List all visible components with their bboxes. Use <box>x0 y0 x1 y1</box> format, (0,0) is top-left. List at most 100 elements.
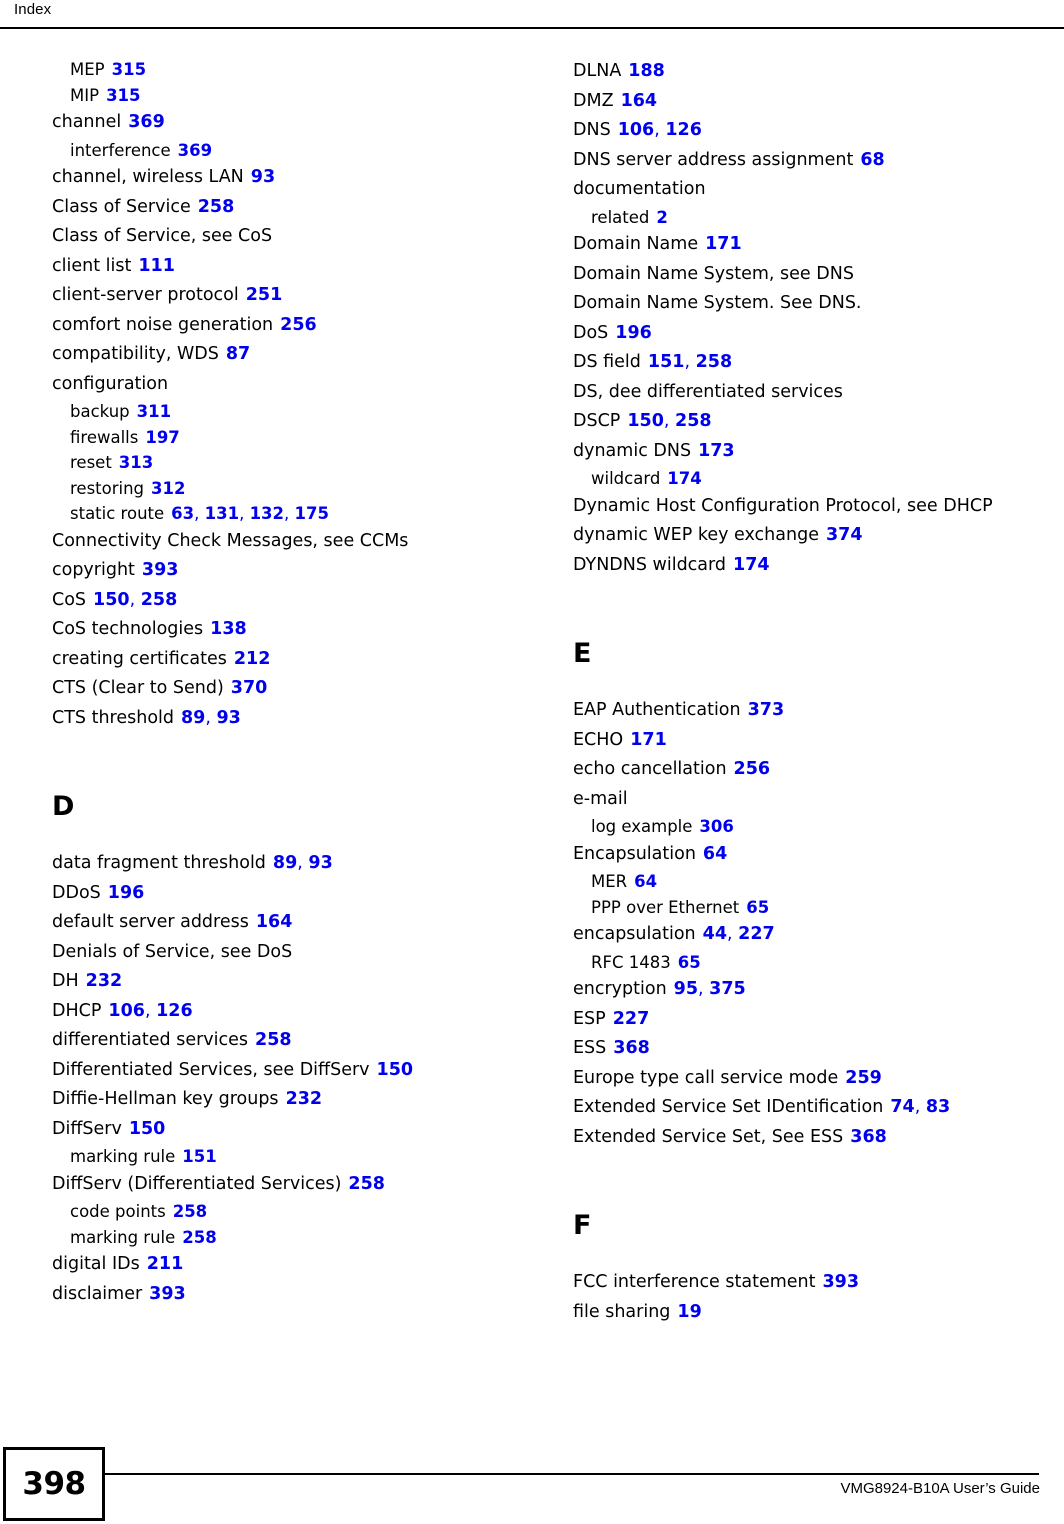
page-reference-link[interactable]: 126 <box>665 120 702 140</box>
page-reference-link[interactable]: 227 <box>613 1009 650 1029</box>
index-entry-term: Connectivity Check Messages, see CCMs <box>52 530 409 551</box>
page-reference-link[interactable]: 311 <box>137 402 171 421</box>
page-reference-link[interactable]: 93 <box>217 708 241 728</box>
page-reference-link[interactable]: 232 <box>86 971 123 991</box>
page-reference-link[interactable]: 174 <box>733 555 770 575</box>
page-reference-link[interactable]: 306 <box>699 817 733 836</box>
page-reference-link[interactable]: 393 <box>823 1272 860 1292</box>
page-reference-link[interactable]: 393 <box>142 560 179 580</box>
index-entry: DMZ 164 <box>573 87 1043 117</box>
index-entry-reference-list: 212 <box>234 649 271 669</box>
page-reference-link[interactable]: 232 <box>286 1089 323 1109</box>
page-reference-link[interactable]: 258 <box>675 411 712 431</box>
page-reference-link[interactable]: 368 <box>850 1127 887 1147</box>
index-entry-reference-list: 171 <box>705 234 742 254</box>
page-reference-link[interactable]: 150 <box>377 1060 414 1080</box>
page-reference-link[interactable]: 258 <box>198 197 235 217</box>
page-reference-link[interactable]: 196 <box>108 883 145 903</box>
page-reference-link[interactable]: 258 <box>348 1174 385 1194</box>
page-reference-link[interactable]: 211 <box>147 1254 184 1274</box>
page-reference-link[interactable]: 138 <box>210 619 247 639</box>
page-reference-link[interactable]: 93 <box>251 167 275 187</box>
page-reference-link[interactable]: 315 <box>112 60 146 79</box>
index-entry-term: MIP <box>70 85 100 105</box>
page-reference-link[interactable]: 375 <box>709 979 746 999</box>
page-reference-link[interactable]: 197 <box>145 428 179 447</box>
page-reference-link[interactable]: 19 <box>677 1302 701 1322</box>
page-reference-link[interactable]: 256 <box>280 315 317 335</box>
page-reference-link[interactable]: 74 <box>890 1097 914 1117</box>
page-reference-link[interactable]: 89 <box>273 853 297 873</box>
page-reference-link[interactable]: 258 <box>696 352 733 372</box>
page-reference-link[interactable]: 126 <box>156 1001 193 1021</box>
page-reference-link[interactable]: 212 <box>234 649 271 669</box>
page-reference-link[interactable]: 313 <box>119 453 153 472</box>
page-reference-link[interactable]: 164 <box>621 91 658 111</box>
page-reference-link[interactable]: 106 <box>618 120 655 140</box>
page-reference-link[interactable]: 258 <box>141 590 178 610</box>
page-reference-link[interactable]: 63 <box>171 504 194 523</box>
index-entry-list: MEP 315 MIP 315 channel 369 interference 369 cha… <box>52 57 522 733</box>
page-reference-link[interactable]: 95 <box>674 979 698 999</box>
index-entry-reference-list: 370 <box>231 678 268 698</box>
page-reference-link[interactable]: 227 <box>738 924 775 944</box>
page-reference-link[interactable]: 373 <box>748 700 785 720</box>
page-reference-link[interactable]: 258 <box>173 1202 207 1221</box>
page-reference-link[interactable]: 251 <box>246 285 283 305</box>
page-reference-link[interactable]: 175 <box>295 504 329 523</box>
page-reference-link[interactable]: 64 <box>634 872 657 891</box>
page-reference-link[interactable]: 151 <box>648 352 685 372</box>
index-entry-reference-list: 150, 258 <box>93 590 177 610</box>
page-reference-link[interactable]: 132 <box>250 504 284 523</box>
page-reference-link[interactable]: 173 <box>698 441 735 461</box>
page-reference-link[interactable]: 2 <box>656 208 667 227</box>
page-reference-link[interactable]: 256 <box>734 759 771 779</box>
index-entry-term: Differentiated Services, see DiffServ <box>52 1059 370 1080</box>
page-reference-link[interactable]: 374 <box>826 525 863 545</box>
page-reference-link[interactable]: 131 <box>205 504 239 523</box>
page-reference-link[interactable]: 150 <box>93 590 130 610</box>
index-entry: Connectivity Check Messages, see CCMs <box>52 527 522 557</box>
page-reference-link[interactable]: 44 <box>703 924 727 944</box>
page-reference-link[interactable]: 196 <box>615 323 652 343</box>
page-reference-link[interactable]: 171 <box>705 234 742 254</box>
index-entry-reference-list: 258 <box>173 1202 207 1221</box>
page-reference-link[interactable]: 68 <box>860 150 884 170</box>
page-reference-link[interactable]: 312 <box>151 479 185 498</box>
index-entry-reference-list: 89, 93 <box>273 853 333 873</box>
index-entry-reference-list: 258 <box>182 1228 216 1247</box>
page-reference-link[interactable]: 370 <box>231 678 268 698</box>
index-entry-reference-list: 173 <box>698 441 735 461</box>
page-reference-link[interactable]: 368 <box>613 1038 650 1058</box>
page-reference-link[interactable]: 111 <box>138 256 175 276</box>
index-entry-reference-list: 65 <box>746 898 769 917</box>
page-reference-link[interactable]: 83 <box>926 1097 950 1117</box>
page-reference-link[interactable]: 150 <box>627 411 664 431</box>
page-reference-link[interactable]: 65 <box>678 953 701 972</box>
page-reference-link[interactable]: 64 <box>703 844 727 864</box>
index-entry-reference-list: 150 <box>129 1119 166 1139</box>
index-entry-reference-list: 150 <box>377 1060 414 1080</box>
index-section-e: E EAP Authentication 373 ECHO 171 echo cancel… <box>573 639 1043 1152</box>
page-reference-link[interactable]: 259 <box>845 1068 882 1088</box>
page-reference-link[interactable]: 150 <box>129 1119 166 1139</box>
page-reference-link[interactable]: 171 <box>630 730 667 750</box>
page-reference-link[interactable]: 174 <box>667 469 701 488</box>
page-reference-link[interactable]: 315 <box>106 86 140 105</box>
page-reference-link[interactable]: 258 <box>255 1030 292 1050</box>
index-entry-list: data fragment threshold 89, 93 DDoS 196 defa… <box>52 849 522 1309</box>
page-reference-link[interactable]: 258 <box>182 1228 216 1247</box>
page-reference-link[interactable]: 369 <box>178 141 212 160</box>
page-reference-link[interactable]: 164 <box>256 912 293 932</box>
index-entry-reference-list: 369 <box>128 112 165 132</box>
page-reference-link[interactable]: 106 <box>108 1001 145 1021</box>
page-reference-link[interactable]: 89 <box>181 708 205 728</box>
page-reference-link[interactable]: 151 <box>182 1147 216 1166</box>
page-reference-link[interactable]: 65 <box>746 898 769 917</box>
page-reference-link[interactable]: 393 <box>149 1284 186 1304</box>
page-reference-link[interactable]: 188 <box>628 61 665 81</box>
reference-separator: , <box>663 411 676 431</box>
page-reference-link[interactable]: 369 <box>128 112 165 132</box>
page-reference-link[interactable]: 93 <box>308 853 332 873</box>
page-reference-link[interactable]: 87 <box>226 344 250 364</box>
